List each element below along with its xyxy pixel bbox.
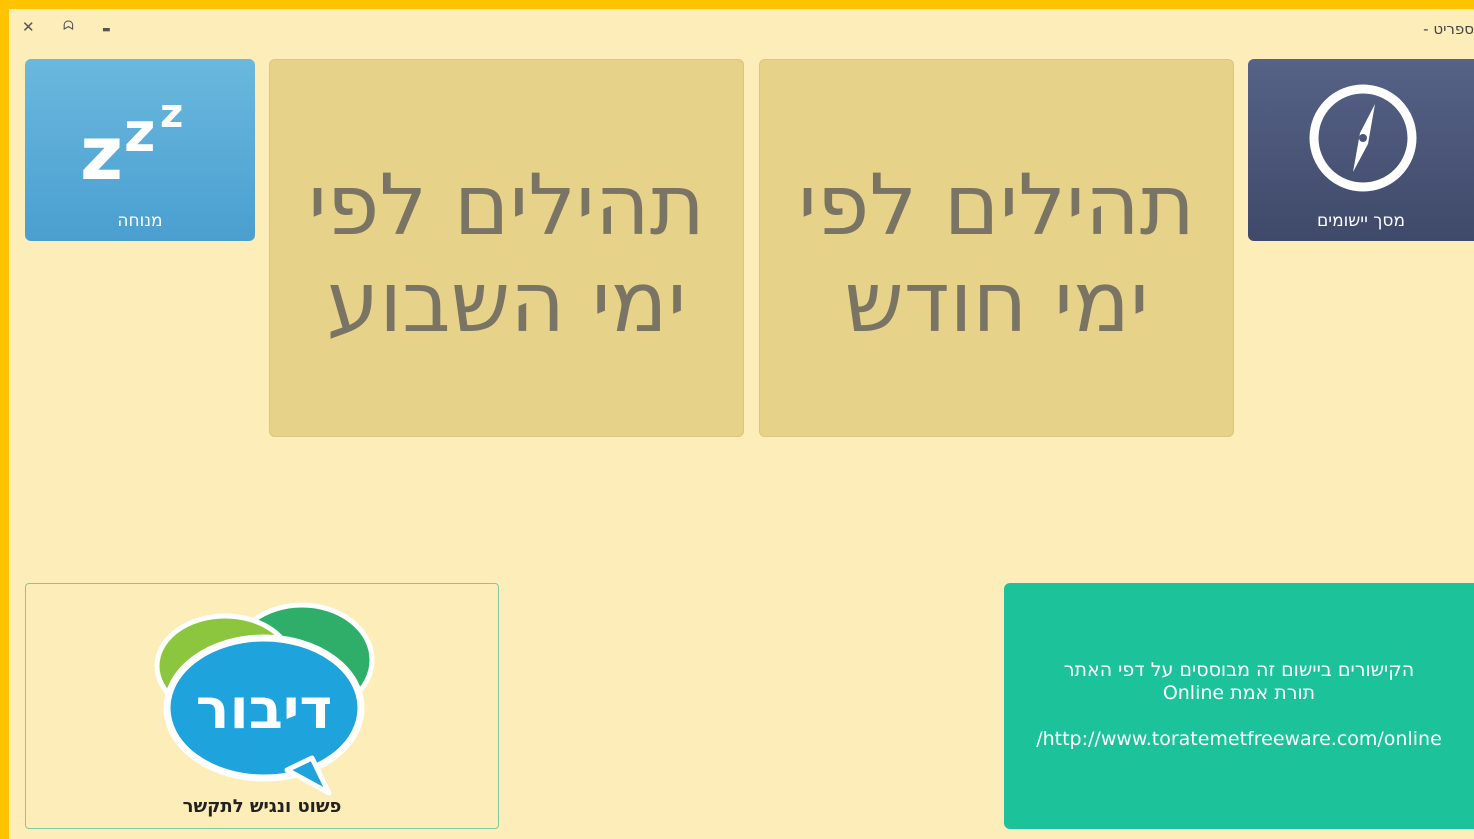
source-info-tile[interactable]: הקישורים ביישום זה מבוססים על דפי האתר ת…	[1004, 583, 1474, 829]
dibur-slogan: פשוט ונגיש לתקשר	[182, 796, 342, 817]
dibur-logo: דיבור	[154, 602, 375, 796]
tehilim-week-line2: ימי השבוע	[326, 253, 687, 351]
restore-icon[interactable]: ᗣ	[63, 19, 74, 35]
tehilim-week-tile[interactable]: תהילים לפי ימי השבוע	[269, 59, 744, 437]
tehilim-week-text: תהילים לפי ימי השבוע	[269, 157, 744, 351]
sleep-zzz-icon: z z z	[80, 91, 183, 187]
svg-text:z: z	[160, 91, 183, 137]
svg-text:z: z	[80, 111, 123, 187]
info-line2: תורת אמת Online	[1162, 682, 1316, 704]
svg-text:z: z	[124, 101, 155, 164]
info-url-link[interactable]: /http://www.toratemetfreeware.com/online	[1004, 728, 1474, 750]
tehilim-month-text: תהילים לפי ימי חודש	[759, 157, 1234, 351]
tehilim-month-tile[interactable]: תהילים לפי ימי חודש	[759, 59, 1234, 437]
apps-screen-label: מסך יישומים	[1316, 211, 1406, 231]
rest-label: מנוחה	[117, 211, 163, 231]
info-line1: הקישורים ביישום זה מבוססים על דפי האתר	[1063, 659, 1415, 681]
info-text-block: הקישורים ביישום זה מבוססים על דפי האתר ת…	[1004, 659, 1474, 705]
minimize-icon[interactable]: ▬	[102, 22, 111, 38]
tehilim-week-line1: תהילים לפי	[308, 156, 705, 254]
rest-tile[interactable]: z z z מנוחה	[25, 59, 255, 241]
tehilim-month-line1: תהילים לפי	[798, 156, 1195, 254]
dibur-tile[interactable]: דיבור פשוט ונגיש לתקשר	[25, 583, 499, 829]
app-window: ✕ ᗣ ▬ ספריט - מסך יישומים z z z מנוחה תה…	[9, 9, 1474, 839]
apps-screen-tile[interactable]: מסך יישומים	[1248, 59, 1474, 241]
window-title: ספריט -	[1423, 20, 1474, 38]
close-icon[interactable]: ✕	[22, 19, 35, 35]
dibur-logo-text: דיבור	[196, 677, 333, 742]
tehilim-month-line2: ימי חודש	[844, 253, 1149, 351]
compass-icon	[1309, 84, 1417, 192]
